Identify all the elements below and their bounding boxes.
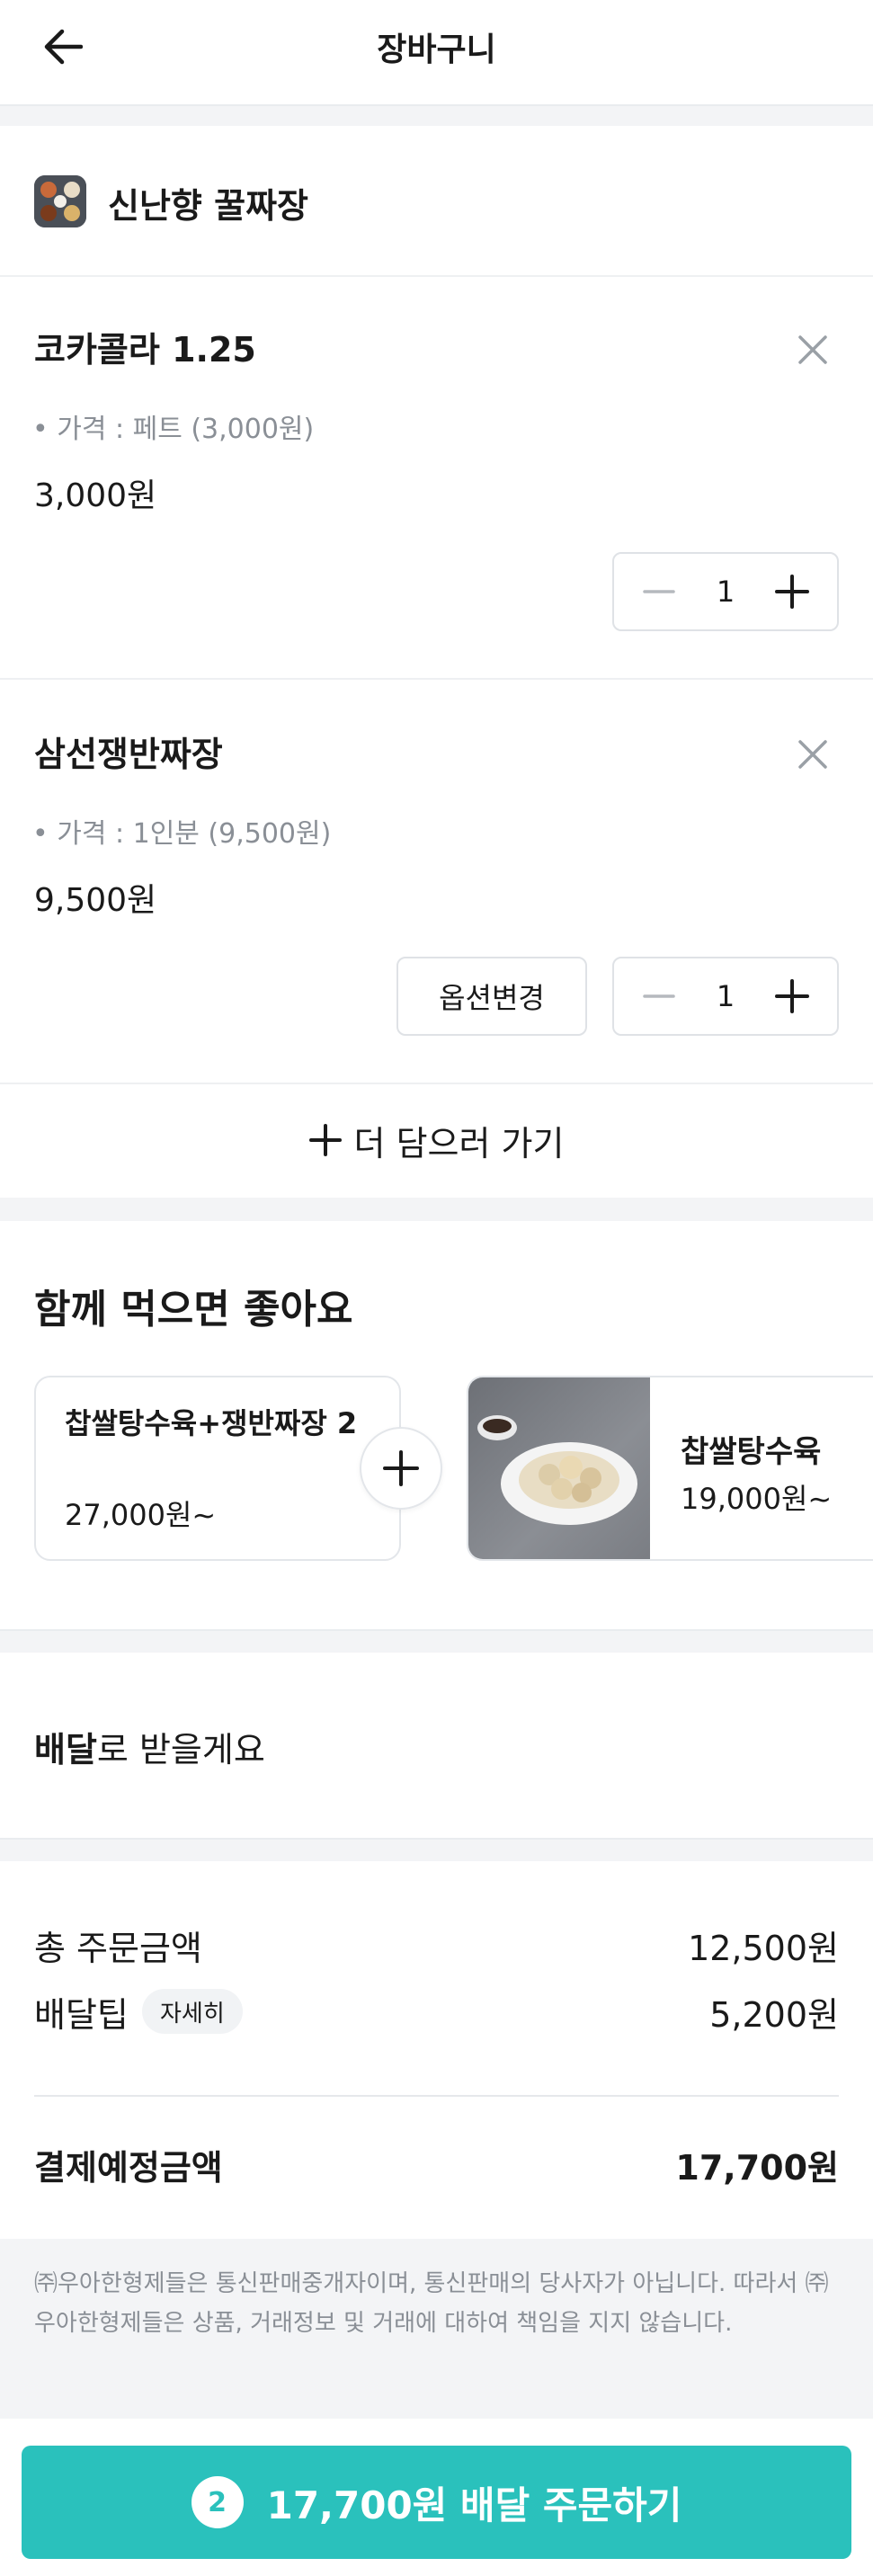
section-gap [0, 106, 873, 126]
add-more-button[interactable]: 더 담으러 가기 [0, 1084, 873, 1196]
decrease-button[interactable] [639, 976, 679, 1016]
delivery-tip-value: 5,200원 [709, 1995, 839, 2035]
cart-item-price: 9,500원 [34, 882, 157, 919]
recommend-title: 함께 먹으면 좋아요 [34, 1287, 353, 1333]
app-header: 장바구니 [0, 0, 873, 106]
page-title: 장바구니 [377, 31, 496, 68]
quantity-stepper: 1 [612, 552, 839, 631]
quantity-value: 1 [716, 575, 735, 609]
item-count-badge: 2 [191, 2476, 244, 2528]
plus-icon [383, 1450, 419, 1486]
delivery-rest: 로 받을게요 [96, 1730, 265, 1769]
delivery-tip-label: 배달팁 [34, 1995, 129, 2035]
increase-button[interactable] [772, 976, 812, 1016]
store-name[interactable]: 신난향 꿀짜장 [108, 178, 308, 227]
total-label: 결제예정금액 [34, 2148, 223, 2188]
recommend-card[interactable]: 찹쌀탕수육+쟁반짜장 2 27,000원~ [34, 1376, 401, 1561]
store-logo [34, 175, 86, 227]
increase-button[interactable] [772, 572, 812, 611]
order-button-label: 17,700원 배달 주문하기 [266, 2482, 682, 2527]
cart-item-name: 삼선쟁반짜장 [34, 735, 223, 774]
divider [0, 678, 873, 680]
legal-notice: ㈜우아한형제들은 통신판매중개자이며, 통신판매의 당사자가 아닙니다. 따라서… [0, 2239, 873, 2419]
total-value: 17,700원 [675, 2148, 839, 2188]
remove-item-button[interactable] [788, 325, 837, 374]
add-more-label: 더 담으러 가기 [353, 1123, 565, 1163]
order-button[interactable]: 2 17,700원 배달 주문하기 [22, 2446, 851, 2559]
order-amount-value: 12,500원 [688, 1929, 839, 1968]
remove-item-button[interactable] [788, 730, 837, 779]
section-gap [0, 1629, 873, 1653]
cart-item-name: 코카콜라 1.25 [34, 330, 256, 370]
close-icon [798, 335, 827, 364]
divider [34, 2095, 839, 2097]
delivery-type[interactable]: 배달로 받을게요 [34, 1722, 265, 1771]
plus-icon [774, 575, 809, 609]
recommend-card[interactable]: 찹쌀탕수육 19,000원~ [467, 1376, 873, 1561]
recommend-price: 19,000원~ [681, 1482, 833, 1516]
plus-icon [774, 979, 809, 1013]
recommend-name: 찹쌀탕수육 [681, 1434, 822, 1470]
plus-icon [308, 1124, 342, 1156]
minus-icon [643, 994, 675, 998]
option-change-button[interactable]: 옵션변경 [396, 957, 587, 1036]
food-platter-icon [34, 175, 86, 227]
cart-item-price: 3,000원 [34, 477, 157, 514]
recommend-price: 27,000원~ [65, 1498, 217, 1532]
section-gap [0, 1198, 873, 1221]
sweet-sour-pork-image [477, 1415, 637, 1525]
add-recommend-button[interactable] [360, 1427, 442, 1510]
delivery-bold: 배달 [34, 1730, 97, 1769]
cart-item-option: • 가격 : 페트 (3,000원) [32, 414, 315, 445]
recommend-name: 찹쌀탕수육+쟁반짜장 2 [65, 1406, 358, 1440]
quantity-value: 1 [716, 979, 735, 1013]
order-amount-label: 총 주문금액 [34, 1929, 202, 1968]
minus-icon [643, 590, 675, 593]
section-gap [0, 1838, 873, 1861]
quantity-stepper: 1 [612, 957, 839, 1036]
decrease-button[interactable] [639, 572, 679, 611]
food-image [468, 1377, 650, 1559]
legal-notice-text: ㈜우아한형제들은 통신판매중개자이며, 통신판매의 당사자가 아닙니다. 따라서… [34, 2270, 829, 2337]
cart-item-option: • 가격 : 1인분 (9,500원) [32, 818, 332, 850]
close-icon [798, 740, 827, 769]
tip-detail-button[interactable]: 자세히 [142, 1989, 243, 2034]
